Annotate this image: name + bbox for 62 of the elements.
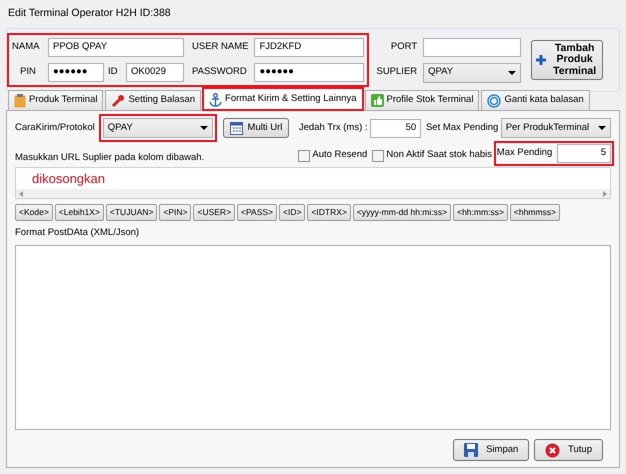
tag-button[interactable]: <IDTRX> [307, 204, 351, 222]
field-label: Format PostDAta (XML/Json) [15, 226, 140, 240]
dropdown-arrow-icon [508, 70, 516, 74]
id-field[interactable]: OK0029 [126, 63, 184, 82]
wrench-icon [111, 94, 126, 108]
username-field[interactable]: FJD2KFD [254, 38, 364, 57]
clipboard-icon [14, 94, 26, 108]
tag-button[interactable]: <Kode> [15, 204, 53, 222]
tag-button[interactable]: <hhmmss> [510, 204, 560, 222]
field-label: NAMA [12, 40, 40, 54]
postdata-field[interactable] [15, 244, 611, 430]
password-field[interactable]: ●●●●●● [254, 63, 364, 82]
checkbox-label: Auto Resend [312, 148, 368, 162]
anchor-icon [209, 92, 222, 106]
checkbox-label: Non Aktif Saat stok habis [386, 148, 492, 162]
window-title: Edit Terminal Operator H2H ID:388 [7, 6, 172, 22]
field-label: Set Max Pending [426, 120, 498, 135]
thumbs-up-icon [370, 94, 384, 107]
url-hint: Masukkan URL Suplier pada kolom dibawah. [15, 150, 204, 165]
field-label: CaraKirim/Protokol [15, 120, 95, 135]
tag-button[interactable]: <Lebih1X> [54, 204, 104, 222]
field-label: Max Pending [496, 146, 552, 160]
scrollbar[interactable] [16, 189, 610, 198]
tag-button[interactable]: <USER> [193, 204, 236, 222]
tag-button[interactable]: <TUJUAN> [106, 204, 158, 222]
tag-button[interactable]: <ID> [279, 204, 306, 222]
ring-icon [487, 94, 502, 108]
dropdown-arrow-icon [200, 126, 208, 130]
field-label: PIN [19, 65, 37, 80]
field-label: PASSWORD [192, 65, 248, 80]
tab[interactable]: Format Kirim & Setting Lainnya [203, 88, 362, 110]
field-label: ID [108, 65, 118, 80]
supplier-dropdown[interactable]: QPAY [423, 62, 522, 82]
field-label: PORT [390, 40, 418, 54]
tab[interactable]: Produk Terminal [8, 90, 104, 110]
multi-url-button[interactable]: Multi Url [222, 118, 290, 138]
field-label: SUPLIER [376, 65, 418, 80]
calendar-icon [230, 122, 243, 134]
tag-button[interactable]: <PIN> [159, 204, 192, 222]
add-product-button[interactable]: Tambah Produk Terminal [531, 40, 604, 80]
pending-mode-dropdown[interactable]: Per ProdukTerminal [500, 118, 612, 138]
tab[interactable]: Profile Stok Terminal [364, 90, 480, 110]
tab[interactable]: Ganti kata balasan [481, 90, 590, 110]
close-icon [545, 442, 560, 458]
protocol-dropdown[interactable]: QPAY [102, 118, 214, 138]
tag-button[interactable]: <hh:mm:ss> [453, 204, 508, 222]
delay-field[interactable]: 50 [370, 118, 422, 138]
checkbox[interactable] [298, 150, 310, 162]
max-pending-field[interactable]: 5 [557, 144, 611, 163]
name-field[interactable]: PPOB QPAY [48, 38, 184, 57]
field-label: USER NAME [192, 40, 248, 54]
dropdown-arrow-icon [598, 126, 606, 130]
tab[interactable]: Setting Balasan [105, 90, 202, 110]
pin-field[interactable]: ●●●●●● [48, 63, 104, 82]
save-button[interactable]: Simpan [453, 439, 530, 461]
tag-button[interactable]: <PASS> [237, 204, 278, 222]
plus-icon [536, 55, 546, 65]
tag-button[interactable]: <yyyy-mm-dd hh:mi:ss> [352, 204, 452, 222]
close-button[interactable]: Tutup [534, 439, 603, 461]
field-label: Jedah Trx (ms) : [298, 120, 368, 135]
port-field[interactable] [423, 38, 522, 56]
checkbox[interactable] [372, 150, 384, 162]
